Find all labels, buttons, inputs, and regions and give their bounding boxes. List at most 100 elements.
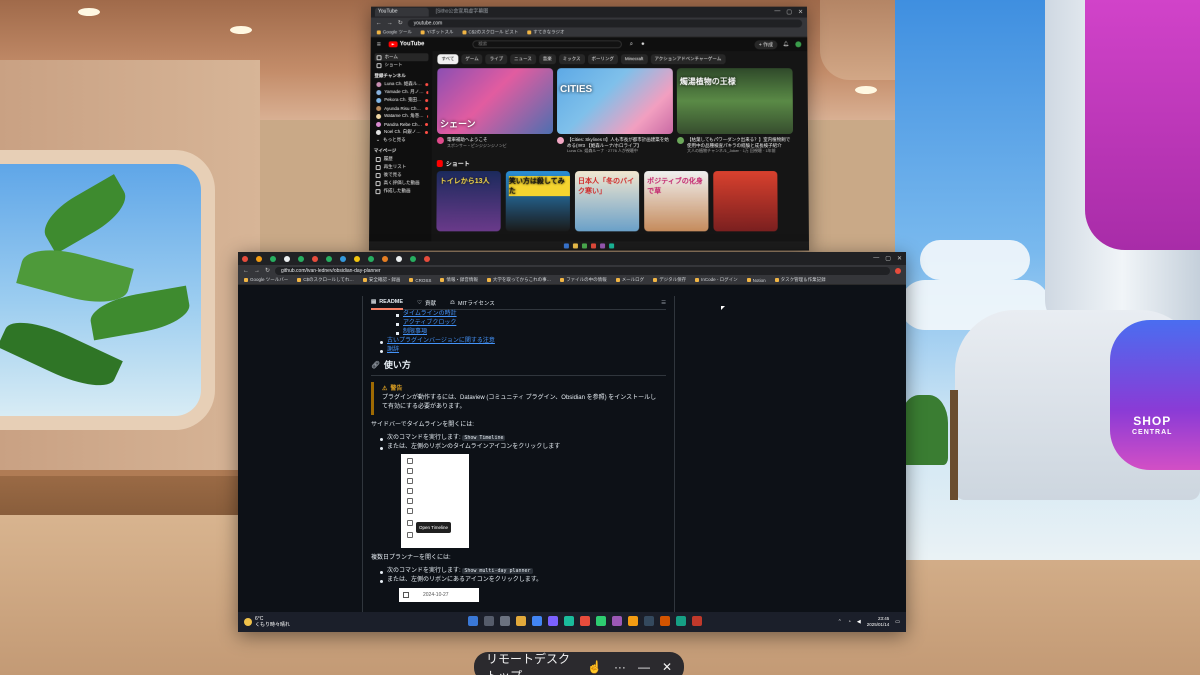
- tab-license[interactable]: ⚖ MITライセンス: [450, 299, 495, 307]
- sidebar-subscription[interactable]: Luna Ch. 姫森ル…: [374, 80, 429, 88]
- tab-youtube[interactable]: YouTube: [374, 7, 429, 17]
- chip[interactable]: ゲーム: [461, 54, 483, 65]
- sidebar-item-watch-later[interactable]: 後で見る: [374, 171, 428, 179]
- tab-favicon[interactable]: [242, 255, 248, 262]
- bell-icon[interactable]: 🔔︎: [783, 41, 789, 47]
- mic-icon[interactable]: ●: [641, 41, 645, 47]
- tab-favicon[interactable]: [270, 255, 276, 262]
- search-icon[interactable]: [484, 616, 494, 626]
- task-view-icon[interactable]: [500, 616, 510, 626]
- bookmark-item[interactable]: タスク管理＆作業記録: [774, 277, 826, 283]
- sidebar-subscription[interactable]: Yamade Ch. 月ノ…: [374, 88, 429, 96]
- start-icon[interactable]: [468, 616, 478, 626]
- close-button[interactable]: ✕: [662, 660, 672, 674]
- bookmark-item[interactable]: C$2のスクロール ビスト: [462, 29, 518, 35]
- tab-favicon[interactable]: [284, 255, 290, 262]
- app-icon[interactable]: [660, 616, 670, 626]
- file-explorer-icon[interactable]: [516, 616, 526, 626]
- video-card[interactable]: シェーン 電車補助へようこそ スポンサー・ピンジジンジノンビ: [436, 68, 554, 153]
- sidebar-subscription[interactable]: Ayunda Risu Ch…: [374, 104, 429, 112]
- sidebar-subscription[interactable]: Watame Ch. 角巻…: [374, 112, 429, 120]
- tab-favicon[interactable]: [396, 255, 402, 262]
- minimize-icon[interactable]: —: [774, 9, 780, 16]
- outline-menu-icon[interactable]: ☰: [661, 300, 666, 306]
- video-title[interactable]: 【枯葉してもパワーダンク出来る？】室内植物飼で使用中の品種検査パキラの経験と成長…: [687, 137, 793, 148]
- chip[interactable]: すべて: [437, 54, 459, 65]
- sidebar-item-home[interactable]: ホーム: [374, 53, 429, 62]
- tab-readme[interactable]: ▤ README: [371, 296, 404, 310]
- app-icon[interactable]: [564, 616, 574, 626]
- github-browser-window[interactable]: — ▢ ✕ ← → ↻ github.com/ivan-lednev/obsid…: [238, 252, 906, 632]
- short-card[interactable]: 日本人「冬のバイク寒い」: [574, 171, 640, 232]
- touch-icon[interactable]: ☝: [587, 660, 602, 674]
- chip[interactable]: ボーリング: [587, 54, 618, 65]
- app-icon[interactable]: [692, 616, 702, 626]
- readme-link[interactable]: 制限事項: [403, 329, 427, 335]
- weather-widget[interactable]: 6°C くもり時々晴れ: [244, 616, 290, 628]
- forward-icon[interactable]: →: [387, 20, 393, 26]
- youtube-logo[interactable]: YouTube: [388, 41, 424, 48]
- bookmark-item[interactable]: 情報・録音情報: [440, 277, 478, 283]
- sidebar-item-your-videos[interactable]: 作成した動画: [373, 187, 427, 195]
- sidebar-item-playlists[interactable]: 再生リスト: [374, 163, 428, 171]
- close-icon[interactable]: ✕: [897, 255, 902, 262]
- close-icon[interactable]: ✕: [798, 9, 803, 16]
- bookmark-item[interactable]: 安全確認・録画: [362, 277, 400, 283]
- tab-favicon[interactable]: [340, 255, 346, 262]
- anchor-link-icon[interactable]: 🔗︎: [371, 359, 380, 372]
- chrome-icon[interactable]: [532, 616, 542, 626]
- forward-icon[interactable]: →: [254, 268, 260, 274]
- create-button[interactable]: + 作成: [754, 39, 778, 49]
- app-icon[interactable]: [580, 616, 590, 626]
- bookmark-item[interactable]: メールログ: [615, 277, 644, 283]
- maximize-icon[interactable]: ▢: [885, 255, 891, 262]
- tab-favicon[interactable]: [298, 255, 304, 262]
- sidebar-item-history[interactable]: 履歴: [374, 155, 428, 163]
- bookmark-item[interactable]: Y/ボットスル: [420, 29, 454, 35]
- tab-favicon[interactable]: [424, 255, 430, 262]
- video-card[interactable]: CITIES 【Cities: Skylines II】人も市長が都市計画建築を…: [556, 68, 674, 153]
- bookmark-item[interactable]: C$のスクロールしてれ…: [297, 277, 354, 283]
- video-thumbnail[interactable]: CITIES: [556, 68, 674, 134]
- bookmark-item[interactable]: デジタル保存: [653, 277, 686, 283]
- chip[interactable]: ニュース: [510, 54, 536, 65]
- sidebar-subscription[interactable]: Pekora Ch. 兎田…: [374, 96, 429, 104]
- short-card[interactable]: 笑い方は殺してみた: [505, 171, 570, 232]
- bookmark-item[interactable]: Google ツール: [376, 29, 412, 35]
- youtube-browser-window[interactable]: YouTube [Sitho公会宣用虚字幕图 — ▢ ✕ ← → ↻ youtu…: [368, 6, 810, 251]
- bookmark-item[interactable]: Notion: [746, 278, 766, 283]
- bookmark-item[interactable]: InCode - ログイン: [695, 277, 738, 283]
- back-icon[interactable]: ←: [243, 268, 249, 274]
- tab-favicon[interactable]: [354, 255, 360, 262]
- app-icon[interactable]: [548, 616, 558, 626]
- tab-favicon[interactable]: [382, 255, 388, 262]
- minimize-button[interactable]: —: [638, 660, 650, 674]
- url-field[interactable]: github.com/ivan-lednev/obsidian-day-plan…: [275, 266, 890, 275]
- chevron-up-icon[interactable]: ⌃: [838, 619, 842, 625]
- show-more-button[interactable]: ⌄ もっと見る: [374, 136, 428, 144]
- bookmark-item[interactable]: CROSS: [409, 278, 431, 283]
- minimize-icon[interactable]: —: [873, 255, 879, 262]
- app-icon[interactable]: [628, 616, 638, 626]
- app-icon[interactable]: [644, 616, 654, 626]
- volume-icon[interactable]: ◀: [857, 619, 861, 625]
- search-icon[interactable]: ⌕: [630, 41, 633, 48]
- chip[interactable]: 音楽: [538, 54, 556, 65]
- video-thumbnail[interactable]: 燭湯植物の王様: [676, 68, 794, 134]
- chip[interactable]: Minecraft: [620, 54, 648, 65]
- more-button[interactable]: ···: [614, 660, 626, 674]
- tab-favicon[interactable]: [326, 255, 332, 262]
- video-card[interactable]: 燭湯植物の王様 【枯葉してもパワーダンク出来る？】室内植物飼で使用中の品種検査パ…: [676, 68, 794, 153]
- readme-link[interactable]: 謝辞: [387, 347, 399, 353]
- channel-avatar[interactable]: [677, 136, 685, 145]
- chip[interactable]: アクションアドベンチャーゲーム: [650, 54, 726, 65]
- sidebar-item-liked[interactable]: 高く評価した動画: [374, 179, 428, 187]
- video-thumbnail[interactable]: シェーン: [436, 68, 554, 134]
- back-icon[interactable]: ←: [376, 20, 382, 26]
- menu-icon[interactable]: ≡: [377, 41, 381, 48]
- tab-favicon[interactable]: [256, 255, 262, 262]
- profile-avatar[interactable]: [895, 267, 901, 274]
- readme-link[interactable]: タイムラインの時計: [403, 311, 457, 317]
- readme-link[interactable]: アクティブクロック: [403, 320, 456, 326]
- search-input[interactable]: 検索: [472, 40, 622, 49]
